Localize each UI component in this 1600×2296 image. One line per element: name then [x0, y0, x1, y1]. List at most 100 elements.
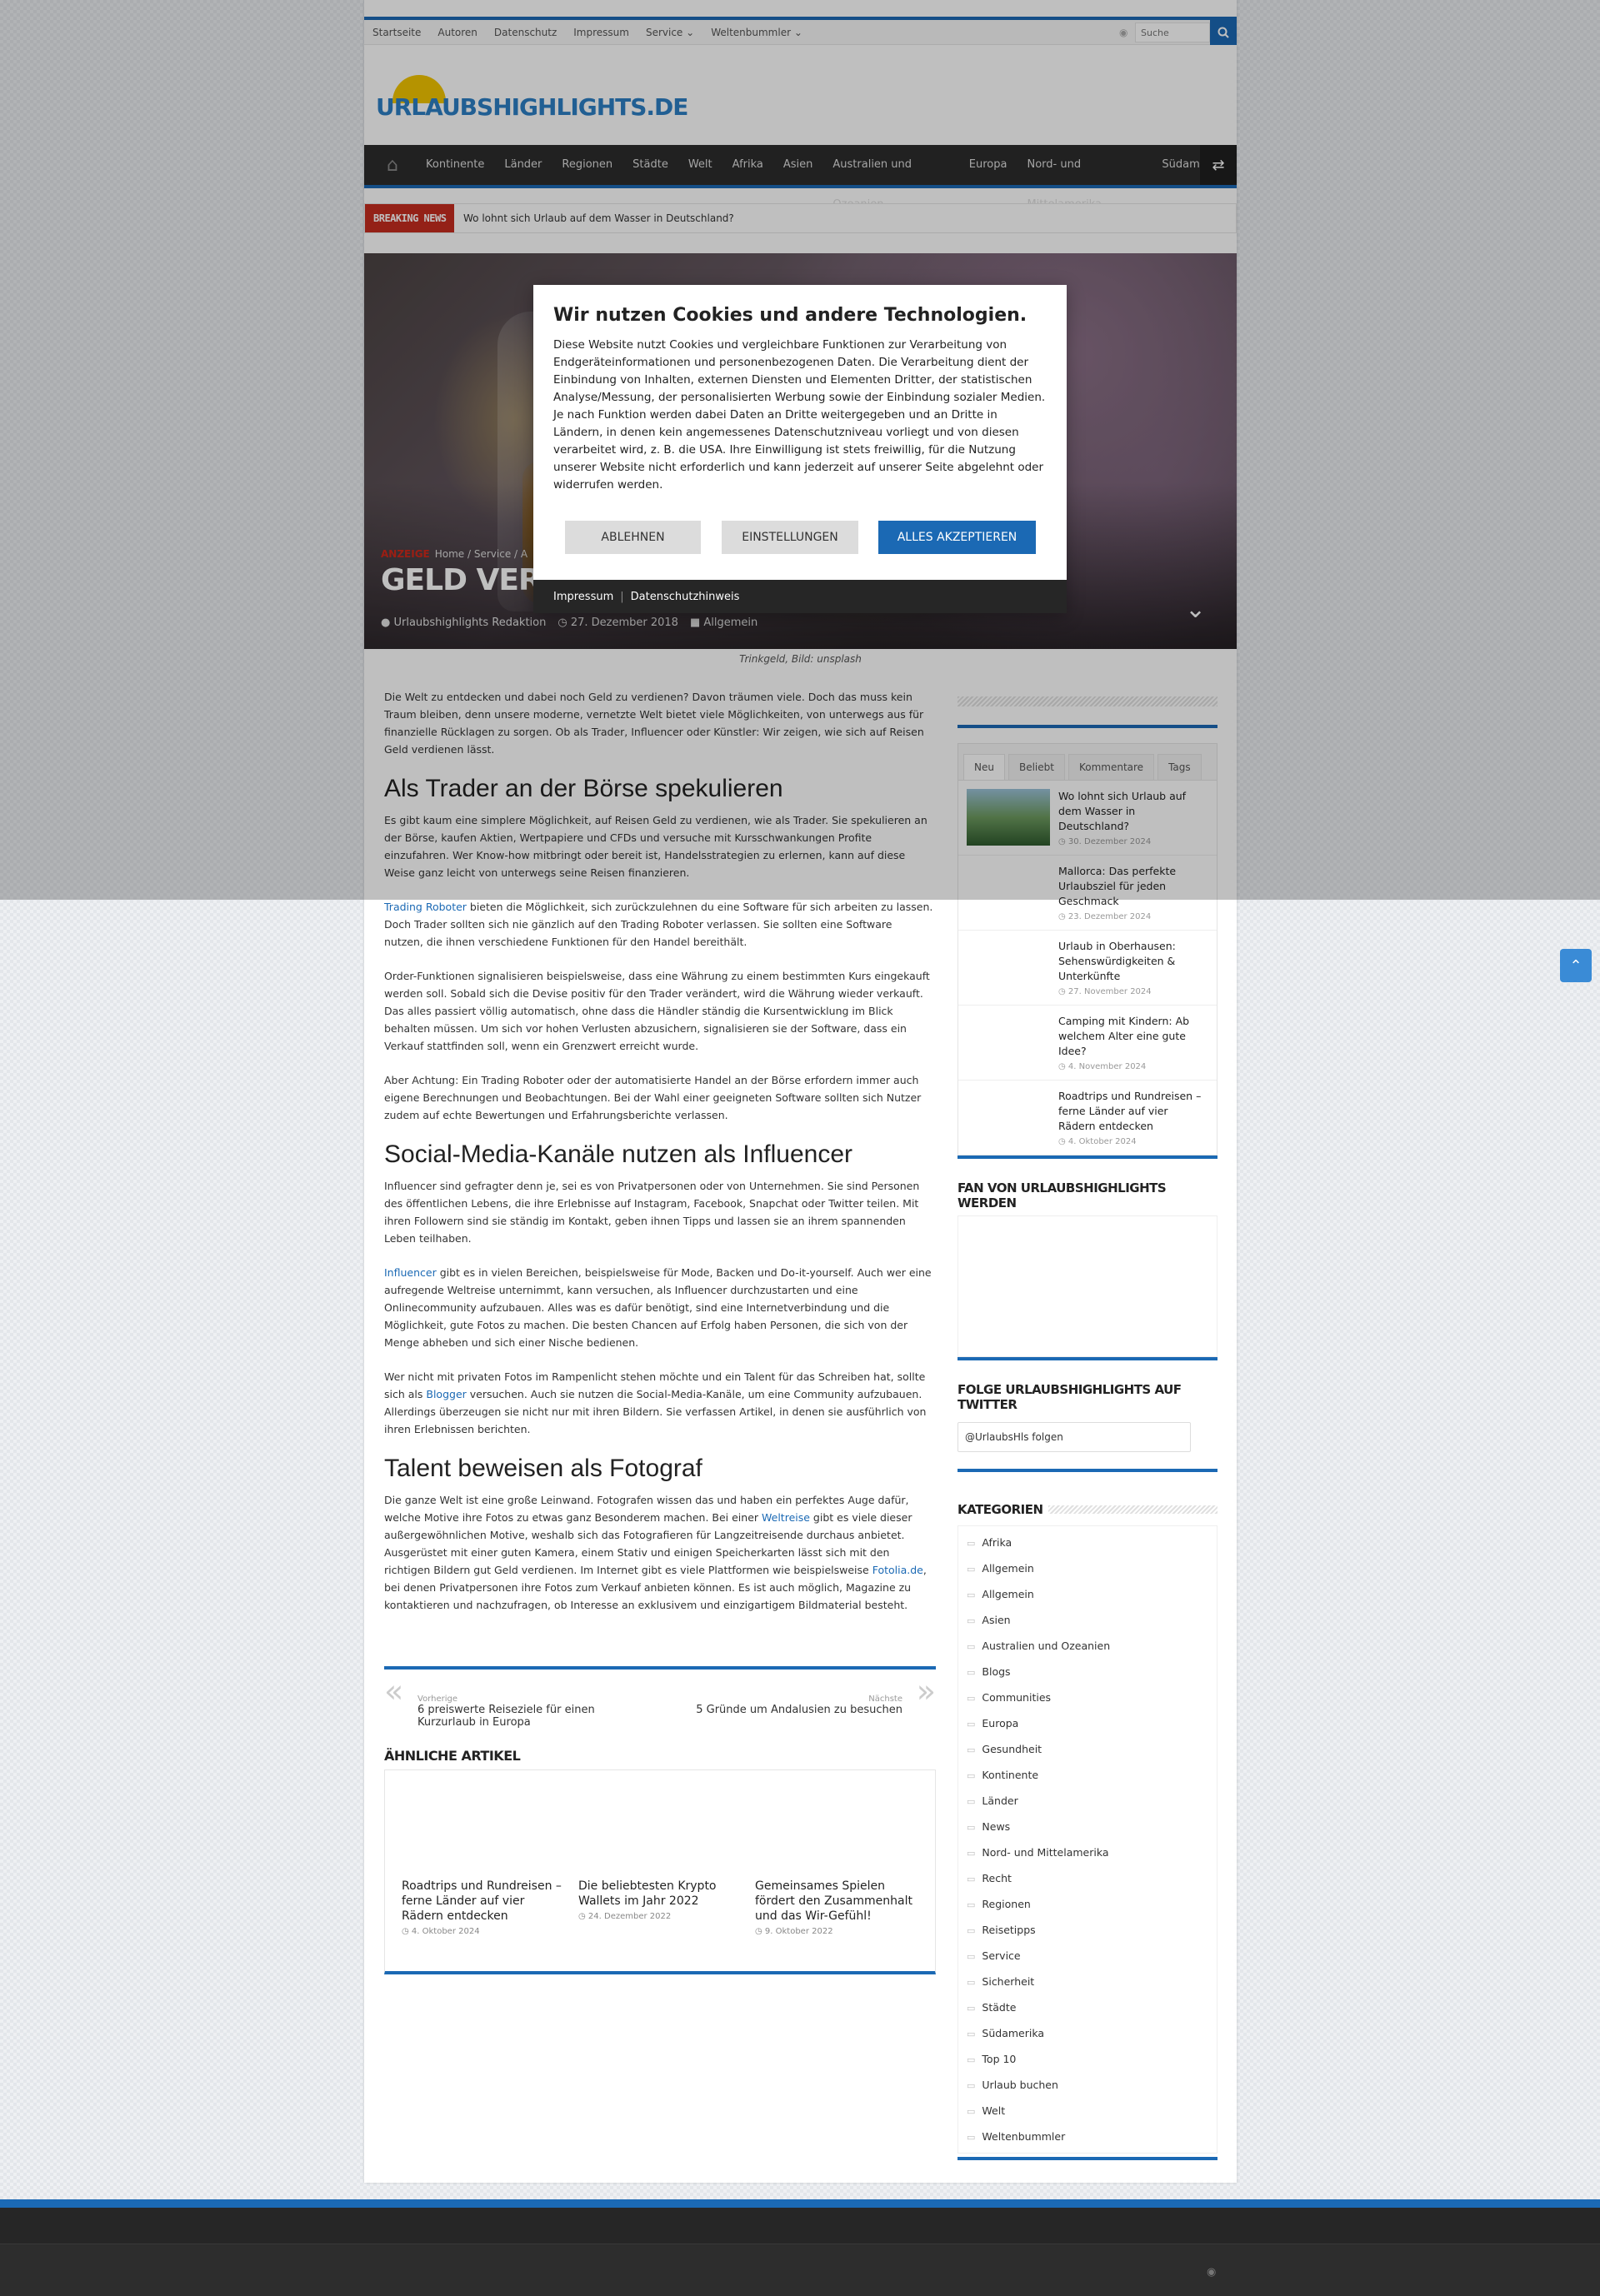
category-item[interactable]: ▭ Nord- und Mittelamerika — [958, 1839, 1217, 1865]
folder-outline-icon: ▭ — [967, 1770, 976, 1781]
folder-outline-icon: ▭ — [967, 1977, 976, 1988]
folder-outline-icon: ▭ — [967, 1564, 976, 1575]
list-item[interactable]: Roadtrips und Rundreisen – ferne Länder … — [958, 1081, 1217, 1155]
blogger-link[interactable]: Blogger — [426, 1388, 466, 1400]
folder-outline-icon: ▭ — [967, 1590, 976, 1600]
paragraph: Influencer sind gefragter denn je, sei e… — [384, 1180, 920, 1245]
clock-icon: ◷ — [1058, 987, 1068, 996]
folder-outline-icon: ▭ — [967, 1719, 976, 1729]
categories-heading: KATEGORIEN — [958, 1502, 1218, 1517]
sidebar: Neu Beliebt Kommentare Tags Wo lohnt sic… — [958, 696, 1218, 2160]
settings-button[interactable]: EINSTELLUNGEN — [722, 521, 858, 554]
category-item[interactable]: ▭ Südamerika — [958, 2020, 1217, 2046]
category-item[interactable]: ▭ Service — [958, 1943, 1217, 1969]
related-heading: ÄHNLICHE ARTIKEL — [384, 1748, 521, 1764]
paragraph: Order-Funktionen signalisieren beispiels… — [384, 970, 930, 1052]
cookie-text: Diese Website nutzt Cookies und vergleic… — [553, 338, 1046, 492]
post-thumbnail[interactable] — [967, 939, 1050, 996]
category-item[interactable]: ▭ Europa — [958, 1710, 1217, 1736]
related-item[interactable]: Gemeinsames Spielen fördert den Zusammen… — [755, 1879, 915, 1936]
category-item[interactable]: ▭ Städte — [958, 1994, 1217, 2020]
clock-icon: ◷ — [755, 1927, 765, 1936]
twitter-follow-button[interactable]: @UrlaubsHls folgen — [958, 1422, 1191, 1452]
fan-widget-box — [958, 1215, 1218, 1357]
arrow-up-icon[interactable]: ⌃ — [1560, 949, 1592, 982]
fotolia-link[interactable]: Fotolia.de — [872, 1564, 923, 1576]
category-item[interactable]: ▭ Australien und Ozeanien — [958, 1633, 1217, 1659]
related-item[interactable]: Roadtrips und Rundreisen – ferne Länder … — [402, 1879, 562, 1936]
footer-accent — [0, 2199, 1600, 2208]
cookie-footer: Impressum | Datenschutzhinweis — [533, 580, 1067, 613]
related-item[interactable]: Die beliebtesten Krypto Wallets im Jahr … — [578, 1879, 738, 1921]
folder-outline-icon: ▭ — [967, 2054, 976, 2065]
clock-icon: ◷ — [1058, 1062, 1068, 1071]
clock-icon: ◷ — [578, 1912, 588, 1921]
next-post-link[interactable]: Nächste 5 Gründe um Andalusien zu besuch… — [686, 1695, 902, 1716]
folder-outline-icon: ▭ — [967, 2106, 976, 2117]
paragraph: Trading Roboter bieten die Möglichkeit, … — [384, 901, 933, 948]
paragraph: Influencer gibt es in vielen Bereichen, … — [384, 1266, 932, 1349]
folder-outline-icon: ▭ — [967, 1796, 976, 1807]
folder-outline-icon: ▭ — [967, 1744, 976, 1755]
folder-outline-icon: ▭ — [967, 2003, 976, 2014]
clock-icon: ◷ — [1058, 912, 1068, 921]
category-item[interactable]: ▭ Afrika — [958, 1530, 1217, 1555]
category-item[interactable]: ▭ Gesundheit — [958, 1736, 1217, 1762]
heading-influencer: Social-Media-Kanäle nutzen als Influence… — [384, 1141, 852, 1168]
category-item[interactable]: ▭ Welt — [958, 2098, 1217, 2124]
weltreise-link[interactable]: Weltreise — [762, 1511, 810, 1524]
category-item[interactable]: ▭ News — [958, 1814, 1217, 1839]
categories-list: ▭ Afrika ▭ Allgemein ▭ Allgemein ▭ Asien ▭ Austra… — [958, 1530, 1217, 2149]
prev-arrow-icon[interactable]: « — [384, 1673, 403, 1710]
category-item[interactable]: ▭ Weltenbummler — [958, 2124, 1217, 2149]
folder-outline-icon: ▭ — [967, 1538, 976, 1549]
category-item[interactable]: ▭ Länder — [958, 1788, 1217, 1814]
footer: ◉ — [0, 2208, 1600, 2296]
accept-all-button[interactable]: ALLES AKZEPTIEREN — [878, 521, 1036, 554]
category-item[interactable]: ▭ Sicherheit — [958, 1969, 1217, 1994]
category-item[interactable]: ▭ Reisetipps — [958, 1917, 1217, 1943]
post-thumbnail[interactable] — [967, 1014, 1050, 1071]
paragraph: Aber Achtung: Ein Trading Roboter oder d… — [384, 1074, 922, 1121]
folder-outline-icon: ▭ — [967, 1615, 976, 1626]
rss-icon[interactable]: ◉ — [1207, 2266, 1216, 2279]
cookie-title: Wir nutzen Cookies und andere Technologi… — [553, 305, 1028, 326]
category-item[interactable]: ▭ Urlaub buchen — [958, 2072, 1217, 2098]
privacy-link[interactable]: Datenschutzhinweis — [631, 591, 740, 603]
post-navigation: « Vorherige 6 preiswerte Reiseziele für … — [384, 1666, 936, 1741]
category-item[interactable]: ▭ Communities — [958, 1685, 1217, 1710]
folder-outline-icon: ▭ — [967, 1848, 976, 1859]
reject-button[interactable]: ABLEHNEN — [565, 521, 701, 554]
cookie-dialog: Wir nutzen Cookies und andere Technologi… — [533, 285, 1067, 613]
twitter-widget-heading: FOLGE URLAUBSHIGHLIGHTS AUF TWITTER — [958, 1382, 1182, 1412]
category-item[interactable]: ▭ Blogs — [958, 1659, 1217, 1685]
categories-box: ▭ Afrika ▭ Allgemein ▭ Allgemein ▭ Asien ▭ Austra… — [958, 1525, 1218, 2154]
related-articles: Roadtrips und Rundreisen – ferne Länder … — [384, 1769, 936, 1974]
list-item[interactable]: Urlaub in Oberhausen: Sehenswürdigkeiten… — [958, 931, 1217, 1006]
category-item[interactable]: ▭ Regionen — [958, 1891, 1217, 1917]
folder-outline-icon: ▭ — [967, 1951, 976, 1962]
trading-roboter-link[interactable]: Trading Roboter — [384, 901, 467, 913]
folder-outline-icon: ▭ — [967, 1822, 976, 1833]
category-item[interactable]: ▭ Allgemein — [958, 1581, 1217, 1607]
category-item[interactable]: ▭ Top 10 — [958, 2046, 1217, 2072]
post-thumbnail[interactable] — [967, 1089, 1050, 1146]
folder-outline-icon: ▭ — [967, 1899, 976, 1910]
next-arrow-icon[interactable]: » — [917, 1673, 936, 1710]
folder-outline-icon: ▭ — [967, 1925, 976, 1936]
category-item[interactable]: ▭ Kontinente — [958, 1762, 1217, 1788]
prev-post-link[interactable]: Vorherige 6 preiswerte Reiseziele für ei… — [418, 1695, 634, 1729]
clock-icon: ◷ — [402, 1927, 412, 1936]
impressum-link[interactable]: Impressum — [553, 591, 613, 603]
influencer-link[interactable]: Influencer — [384, 1266, 437, 1279]
heading-fotograf: Talent beweisen als Fotograf — [384, 1455, 702, 1482]
folder-outline-icon: ▭ — [967, 1667, 976, 1678]
category-item[interactable]: ▭ Recht — [958, 1865, 1217, 1891]
folder-outline-icon: ▭ — [967, 2029, 976, 2039]
paragraph: Wer nicht mit privaten Fotos im Rampenli… — [384, 1370, 927, 1435]
category-item[interactable]: ▭ Allgemein — [958, 1555, 1217, 1581]
list-item[interactable]: Camping mit Kindern: Ab welchem Alter ei… — [958, 1006, 1217, 1081]
folder-outline-icon: ▭ — [967, 1693, 976, 1704]
folder-outline-icon: ▭ — [967, 1874, 976, 1884]
category-item[interactable]: ▭ Asien — [958, 1607, 1217, 1633]
